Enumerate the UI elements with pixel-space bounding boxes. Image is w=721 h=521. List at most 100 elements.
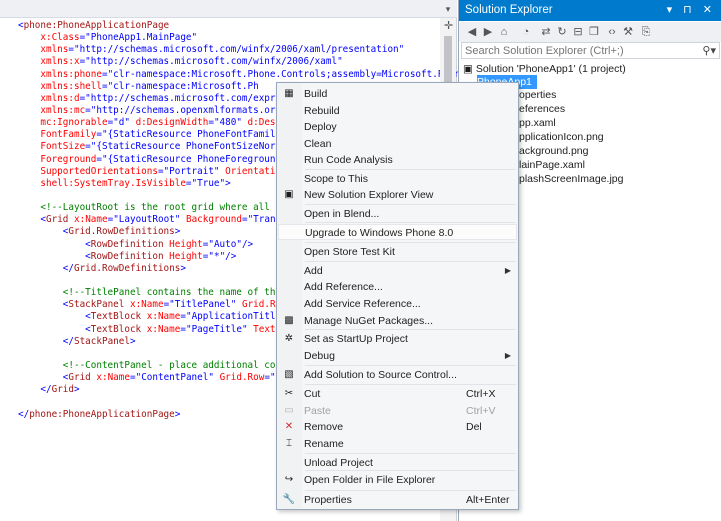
code-token: StackPanel [73,335,130,347]
menu-separator [305,329,516,330]
code-token: Background [185,214,242,226]
menu-item-build[interactable]: ▦ Build [278,86,517,102]
menu-item-scope-to-this[interactable]: Scope to This [278,171,517,187]
menu-separator [305,384,516,385]
code-token: mc:Ignorable [40,117,108,129]
code-token: =" [202,250,214,262]
menu-item-rebuild[interactable]: Rebuild [278,103,517,119]
code-line[interactable]: <phone:PhoneApplicationPage [18,20,466,32]
menu-item-clean[interactable]: Clean [278,136,517,152]
scissors-icon: ✂ [284,388,294,399]
paste-icon: ▭ [284,405,294,416]
tree-item-solution[interactable]: ▣ Solution 'PhoneApp1' (1 project) [463,62,626,76]
menu-item-remove[interactable]: ✕ Remove Del [278,419,517,435]
split-view-icon[interactable]: ✛ [444,21,454,32]
search-icon[interactable]: ⚲▾ [702,44,716,57]
code-token: =" [129,372,142,384]
menu-item-open-store-test-kit[interactable]: Open Store Test Kit [278,244,517,260]
code-token: =" [101,68,114,80]
code-token: </ [40,384,52,396]
menu-item-deploy[interactable]: Deploy [278,119,517,135]
code-token: x:Name [96,372,130,384]
code-token: Grid.RowDefinitions [68,226,175,238]
menu-item-debug[interactable]: Debug ▶ [278,348,517,364]
properties-icon[interactable]: ⚒ [621,25,635,39]
back-icon[interactable]: ◀ [465,25,479,39]
menu-item-run-code-analysis[interactable]: Run Code Analysis [278,152,517,168]
code-line[interactable]: xmlns:x="http://schemas.microsoft.com/wi… [18,56,466,68]
menu-item-paste[interactable]: ▭ Paste Ctrl+V [278,403,517,419]
code-line[interactable]: xmlns:phone="clr-namespace:Microsoft.Pho… [18,68,465,81]
home-icon[interactable]: ⌂ [497,25,511,39]
menu-item-label: Add Solution to Source Control... [304,369,457,381]
menu-item-upgrade-to-windows-phone-8-0[interactable]: Upgrade to Windows Phone 8.0 [278,224,517,240]
show-all-files-icon[interactable]: ❐ [587,25,601,39]
search-box[interactable]: ⚲▾ [461,42,720,59]
code-token: " [230,299,242,311]
menu-item-rename[interactable]: ⌶ Rename [278,436,517,452]
code-token: =" [79,92,91,104]
menu-item-add-reference[interactable]: Add Reference... [278,279,517,295]
menu-item-new-solution-explorer-view[interactable]: ▣ New Solution Explorer View [278,187,517,203]
menu-item-add-service-reference[interactable]: Add Service Reference... [278,296,517,312]
code-token: x:Name [129,299,164,311]
tree-item[interactable]: operties [519,88,556,102]
code-token: =" [202,238,214,250]
menu-item-label: Upgrade to Windows Phone 8.0 [305,227,454,239]
code-token: =" [96,129,108,141]
menu-item-label: Unload Project [304,457,373,469]
menu-item-open-in-blend[interactable]: Open in Blend... [278,206,517,222]
menu-item-label: Add [304,265,323,277]
chevron-down-icon[interactable]: ▾ [443,4,453,14]
pending-changes-icon[interactable]: ◔ [519,25,533,39]
sync-icon[interactable]: ⇄ [539,25,553,39]
code-token: </ [18,408,30,420]
code-token: http://schemas.microsoft.com/winfx/2006/… [79,44,399,56]
tree-item[interactable]: pplicationIcon.png [519,130,604,144]
code-token: ContentPanel [141,372,209,384]
code-token: =" [180,323,192,335]
menu-item-add[interactable]: Add ▶ [278,263,517,279]
menu-item-label: Scope to This [304,173,369,185]
code-token: Portrait [169,165,214,177]
collapse-all-icon[interactable]: ⊟ [571,25,585,39]
code-line[interactable]: x:Class="PhoneApp1.MainPage" [18,32,466,44]
code-token: Foreground [40,153,97,165]
code-line[interactable]: xmlns="http://schemas.microsoft.com/winf… [18,44,466,56]
tree-item[interactable]: eferences [519,102,565,116]
menu-item-manage-nuget-packages[interactable]: ▩ Manage NuGet Packages... [278,313,517,329]
menu-item-add-solution-to-source-control[interactable]: ▧ Add Solution to Source Control... [278,367,517,383]
preview-selected-icon[interactable]: ⎘ [639,25,653,39]
search-input[interactable] [462,43,692,59]
view-code-icon[interactable]: ‹› [605,25,619,39]
code-token: http://schemas.microsoft.com/expres [90,92,287,104]
panel-window-controls-icon[interactable]: ▾ ⊓ ✕ [667,3,716,16]
tree-item[interactable]: plashScreenImage.jpg [519,172,623,186]
menu-item-shortcut: Ctrl+V [466,405,496,417]
menu-item-set-as-startup-project[interactable]: ✲ Set as StartUp Project [278,331,517,347]
menu-item-label: Rebuild [304,105,340,117]
menu-item-unload-project[interactable]: Unload Project [278,455,517,471]
tree-item[interactable]: ackground.png [519,144,588,158]
tree-item[interactable]: lainPage.xaml [519,158,585,172]
forward-icon[interactable]: ▶ [481,25,495,39]
code-token: =" [241,214,254,226]
refresh-icon[interactable]: ↻ [555,25,569,39]
menu-item-label: Cut [304,388,321,400]
menu-item-cut[interactable]: ✂ Cut Ctrl+X [278,386,517,402]
tree-item[interactable]: pp.xaml [519,116,556,130]
menu-item-properties[interactable]: 🔧 Properties Alt+Enter [278,492,517,508]
code-token: StackPanel [68,299,125,311]
menu-item-open-folder-in-file-explorer[interactable]: ↪ Open Folder in File Explorer [278,472,517,488]
